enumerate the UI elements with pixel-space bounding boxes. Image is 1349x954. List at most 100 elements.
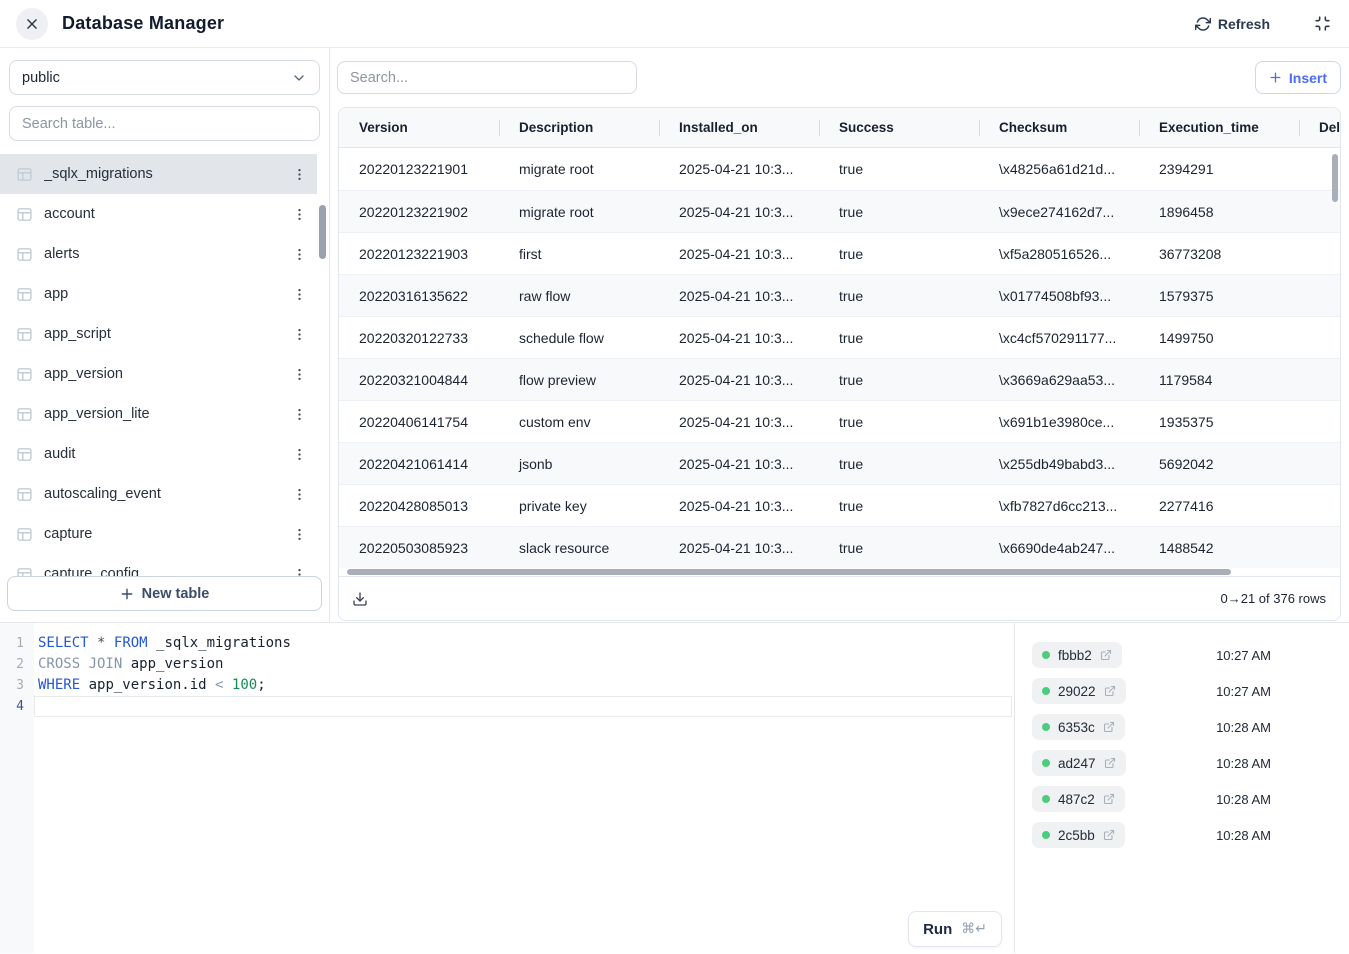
query-time: 10:28 AM bbox=[1216, 828, 1271, 843]
kebab-menu-button[interactable] bbox=[292, 447, 307, 462]
code-line[interactable]: CROSS JOIN app_version bbox=[34, 654, 1014, 675]
table-row[interactable]: 20220320122733schedule flow2025-04-21 10… bbox=[339, 316, 1340, 358]
sidebar-scrollbar[interactable] bbox=[319, 205, 326, 259]
code-token: SELECT bbox=[38, 635, 89, 651]
query-time: 10:27 AM bbox=[1216, 684, 1271, 699]
sidebar-item-app[interactable]: app bbox=[0, 274, 317, 314]
kebab-menu-icon bbox=[292, 327, 307, 342]
table-row[interactable]: 20220123221902migrate root2025-04-21 10:… bbox=[339, 190, 1340, 232]
query-id: 6353c bbox=[1058, 720, 1095, 735]
cell-description: raw flow bbox=[499, 288, 659, 304]
table-row[interactable]: 20220123221901migrate root2025-04-21 10:… bbox=[339, 148, 1340, 190]
external-link-icon[interactable] bbox=[1104, 685, 1116, 697]
code-line[interactable]: SELECT * FROM _sqlx_migrations bbox=[34, 633, 1014, 654]
close-button[interactable] bbox=[16, 8, 48, 40]
table-row[interactable]: 20220428085013private key2025-04-21 10:3… bbox=[339, 484, 1340, 526]
table-row[interactable]: 20220123221903first2025-04-21 10:3...tru… bbox=[339, 232, 1340, 274]
query-id-pill[interactable]: 487c2 bbox=[1032, 786, 1125, 812]
external-link-icon[interactable] bbox=[1100, 649, 1112, 661]
horizontal-scrollbar-track[interactable] bbox=[339, 568, 1340, 576]
column-header-description[interactable]: Description bbox=[499, 108, 659, 147]
sql-code[interactable]: SELECT * FROM _sqlx_migrationsCROSS JOIN… bbox=[34, 633, 1014, 717]
table-icon bbox=[16, 526, 33, 543]
query-id-pill[interactable]: ad247 bbox=[1032, 750, 1126, 776]
kebab-menu-button[interactable] bbox=[292, 407, 307, 422]
kebab-menu-button[interactable] bbox=[292, 287, 307, 302]
column-header-dele[interactable]: Dele bbox=[1299, 108, 1340, 147]
horizontal-scrollbar[interactable] bbox=[347, 569, 1231, 575]
sidebar-item-alerts[interactable]: alerts bbox=[0, 234, 317, 274]
cell-installed_on: 2025-04-21 10:3... bbox=[659, 330, 819, 346]
status-dot-icon bbox=[1042, 723, 1050, 731]
kebab-menu-button[interactable] bbox=[292, 207, 307, 222]
kebab-menu-button[interactable] bbox=[292, 327, 307, 342]
external-link-icon[interactable] bbox=[1104, 757, 1116, 769]
sidebar-item-app_script[interactable]: app_script bbox=[0, 314, 317, 354]
chevron-down-icon bbox=[291, 70, 307, 86]
cell-installed_on: 2025-04-21 10:3... bbox=[659, 414, 819, 430]
sidebar: public _sqlx_migrationsaccountalertsappa… bbox=[0, 48, 330, 622]
sql-editor[interactable]: 1234 SELECT * FROM _sqlx_migrationsCROSS… bbox=[0, 623, 1015, 953]
table-search-input[interactable] bbox=[9, 106, 320, 141]
collapse-button[interactable] bbox=[1312, 13, 1333, 34]
table-name: autoscaling_event bbox=[44, 486, 281, 502]
sidebar-item-audit[interactable]: audit bbox=[0, 434, 317, 474]
run-label: Run bbox=[923, 921, 952, 938]
schema-select[interactable]: public bbox=[9, 60, 320, 95]
column-header-execution_time[interactable]: Execution_time bbox=[1139, 108, 1299, 147]
plus-icon bbox=[1269, 71, 1282, 84]
query-id-pill[interactable]: 29022 bbox=[1032, 678, 1126, 704]
column-header-installed_on[interactable]: Installed_on bbox=[659, 108, 819, 147]
code-token: WHERE bbox=[38, 677, 80, 693]
table-icon bbox=[16, 486, 33, 503]
table-name: audit bbox=[44, 446, 281, 462]
cell-success: true bbox=[819, 204, 979, 220]
column-label: Checksum bbox=[999, 120, 1067, 135]
column-header-checksum[interactable]: Checksum bbox=[979, 108, 1139, 147]
grid-search-input[interactable] bbox=[337, 61, 637, 94]
vertical-scrollbar[interactable] bbox=[1332, 154, 1338, 202]
kebab-menu-button[interactable] bbox=[292, 527, 307, 542]
refresh-label: Refresh bbox=[1218, 16, 1270, 32]
kebab-menu-button[interactable] bbox=[292, 247, 307, 262]
sidebar-item-account[interactable]: account bbox=[0, 194, 317, 234]
new-table-button[interactable]: New table bbox=[7, 576, 322, 611]
status-dot-icon bbox=[1042, 795, 1050, 803]
table-row[interactable]: 20220321004844flow preview2025-04-21 10:… bbox=[339, 358, 1340, 400]
refresh-icon bbox=[1195, 16, 1211, 32]
cell-checksum: \x01774508bf93... bbox=[979, 288, 1139, 304]
query-id-pill[interactable]: 2c5bb bbox=[1032, 822, 1125, 848]
sidebar-item-app_version[interactable]: app_version bbox=[0, 354, 317, 394]
table-row[interactable]: 20220421061414jsonb2025-04-21 10:3...tru… bbox=[339, 442, 1340, 484]
code-line-active[interactable] bbox=[34, 696, 1012, 717]
run-button[interactable]: Run ⌘↵ bbox=[908, 911, 1002, 947]
cell-checksum: \x9ece274162d7... bbox=[979, 204, 1139, 220]
kebab-menu-button[interactable] bbox=[292, 167, 307, 182]
column-header-version[interactable]: Version bbox=[339, 108, 499, 147]
cell-version: 20220503085923 bbox=[339, 540, 499, 556]
insert-button[interactable]: Insert bbox=[1255, 61, 1341, 94]
sidebar-item-capture[interactable]: capture bbox=[0, 514, 317, 554]
download-button[interactable] bbox=[352, 591, 368, 607]
external-link-icon[interactable] bbox=[1103, 829, 1115, 841]
external-link-icon[interactable] bbox=[1103, 793, 1115, 805]
code-token bbox=[223, 677, 231, 693]
sidebar-item-app_version_lite[interactable]: app_version_lite bbox=[0, 394, 317, 434]
cell-installed_on: 2025-04-21 10:3... bbox=[659, 246, 819, 262]
refresh-button[interactable]: Refresh bbox=[1189, 15, 1276, 33]
table-row[interactable]: 20220503085923slack resource2025-04-21 1… bbox=[339, 526, 1340, 568]
query-id-pill[interactable]: fbbb2 bbox=[1032, 642, 1122, 668]
code-line[interactable]: WHERE app_version.id < 100; bbox=[34, 675, 1014, 696]
query-history-panel: fbbb210:27 AM2902210:27 AM6353c10:28 AMa… bbox=[1015, 623, 1349, 953]
column-header-success[interactable]: Success bbox=[819, 108, 979, 147]
kebab-menu-button[interactable] bbox=[292, 367, 307, 382]
table-row[interactable]: 20220406141754custom env2025-04-21 10:3.… bbox=[339, 400, 1340, 442]
table-name: alerts bbox=[44, 246, 281, 262]
external-link-icon[interactable] bbox=[1103, 721, 1115, 733]
query-id-pill[interactable]: 6353c bbox=[1032, 714, 1125, 740]
sidebar-item-autoscaling_event[interactable]: autoscaling_event bbox=[0, 474, 317, 514]
kebab-menu-button[interactable] bbox=[292, 487, 307, 502]
sidebar-item-_sqlx_migrations[interactable]: _sqlx_migrations bbox=[0, 154, 317, 194]
table-list: _sqlx_migrationsaccount alerts appapp_scri… bbox=[0, 154, 329, 581]
table-row[interactable]: 20220316135622raw flow2025-04-21 10:3...… bbox=[339, 274, 1340, 316]
